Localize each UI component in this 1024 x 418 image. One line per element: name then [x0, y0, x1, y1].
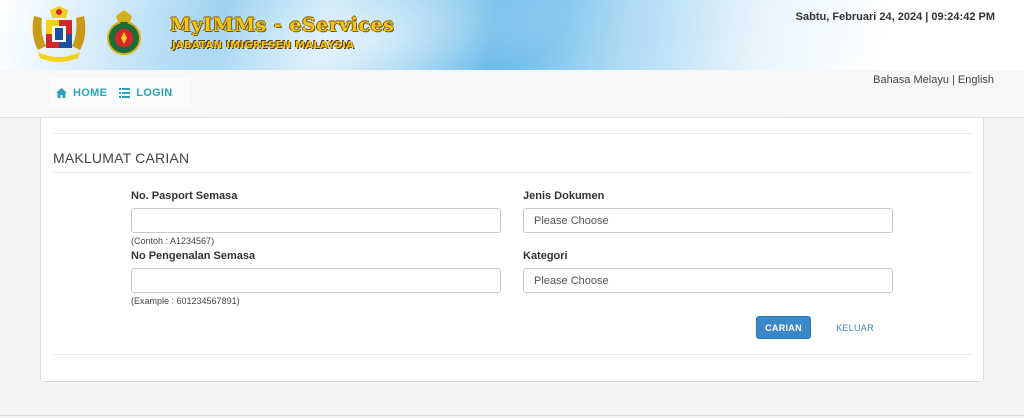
nav-home-label: HOME [73, 87, 108, 99]
id-number-hint: (Example : 601234567891) [131, 296, 240, 306]
home-icon [56, 88, 67, 98]
date-time: Sabtu, Februari 24, 2024 | 09:24:42 PM [795, 11, 995, 23]
divider [53, 172, 973, 173]
footer-divider [0, 415, 1024, 416]
lang-english-link[interactable]: English [958, 74, 994, 86]
document-type-label: Jenis Dokumen [523, 190, 605, 202]
nav-item-home[interactable]: HOME [56, 87, 107, 99]
nav-login-label: LOGIN [136, 87, 173, 99]
passport-label: No. Pasport Semasa [131, 190, 238, 202]
id-number-input[interactable] [131, 268, 501, 293]
navbar: HOME LOGIN Bahasa Melayu | English [0, 70, 1024, 118]
passport-input[interactable] [131, 208, 501, 233]
document-type-select[interactable]: Please Choose [523, 208, 893, 233]
language-switcher: Bahasa Melayu | English [873, 74, 994, 86]
lang-bahasa-melayu-link[interactable]: Bahasa Melayu [873, 74, 949, 86]
category-label: Kategori [523, 250, 568, 262]
id-number-label: No Pengenalan Semasa [131, 250, 256, 262]
coat-of-arms-logo [32, 6, 86, 62]
divider [53, 133, 973, 134]
exit-button[interactable]: KELUAR [825, 316, 885, 339]
header-banner: MyIMMs - eServices JABATAN IMIGRESEN MAL… [0, 0, 1024, 70]
immigration-emblem-logo [107, 10, 141, 55]
nav-menu: HOME LOGIN [50, 78, 191, 108]
divider [53, 354, 973, 355]
search-button[interactable]: CARIAN [756, 316, 811, 339]
passport-hint: (Contoh : A1234567) [131, 236, 215, 246]
section-title: MAKLUMAT CARIAN [53, 150, 190, 166]
brand-title: MyIMMs - eServices [170, 14, 395, 36]
category-select[interactable]: Please Choose [523, 268, 893, 293]
nav-item-login[interactable]: LOGIN [119, 87, 172, 99]
brand-subtitle: JABATAN IMIGRESEN MALAYSIA [172, 40, 355, 51]
lang-separator: | [948, 74, 958, 86]
list-icon [119, 88, 131, 98]
search-panel: MAKLUMAT CARIAN No. Pasport Semasa (Cont… [40, 118, 984, 382]
